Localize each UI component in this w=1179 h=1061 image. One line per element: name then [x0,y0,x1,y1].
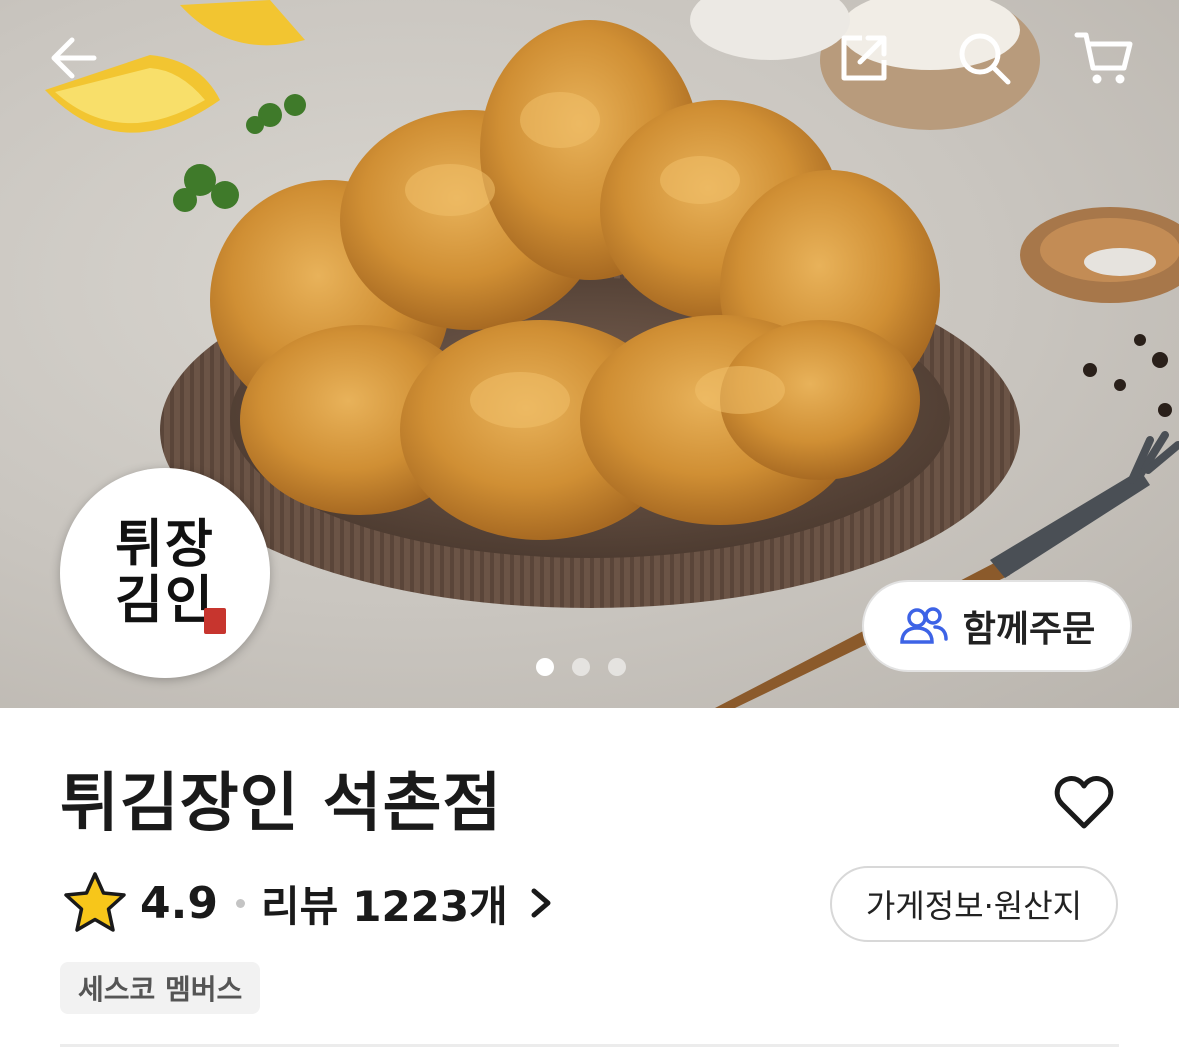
separator-dot [235,898,245,908]
store-name: 튀김장인 석촌점 [60,767,503,841]
store-logo-text: 튀장 김인 [115,517,215,629]
rating-row: 4.9 리뷰 1223개 [62,868,558,938]
search-button[interactable] [948,22,1020,94]
carousel-dot-3[interactable] [608,658,626,676]
group-order-button[interactable]: 함께주문 [862,580,1132,672]
rating-value: 4.9 [140,877,218,929]
share-icon [841,35,887,81]
review-link[interactable]: 리뷰 1223개 [261,873,558,934]
carousel-dot-2[interactable] [572,658,590,676]
review-label: 리뷰 [260,881,339,931]
people-icon [899,607,948,644]
review-count: 1223개 [352,881,508,931]
hero-image: 튀장 김인 함께주문 [0,0,1179,708]
favorite-button[interactable] [1048,766,1120,838]
heart-icon [1054,776,1114,829]
search-icon [959,33,1011,85]
carousel-indicator [536,658,626,676]
back-button[interactable] [38,22,110,94]
cart-button[interactable] [1068,22,1140,94]
store-info-origin-button[interactable]: 가게정보·원산지 [830,866,1118,942]
member-badge: 세스코 멤버스 [60,962,261,1014]
back-arrow-icon [51,37,97,79]
chevron-right-icon [531,888,551,918]
store-logo: 튀장 김인 [60,468,270,678]
logo-seal-stamp [204,608,226,634]
section-divider [60,1044,1119,1047]
group-order-label: 함께주문 [962,609,1096,650]
carousel-dot-1[interactable] [536,658,554,676]
logo-line-2: 김인 [115,570,215,631]
share-button[interactable] [828,22,900,94]
star-icon [64,872,126,932]
member-badge-label: 세스코 멤버스 [78,973,243,1006]
cart-icon [1074,32,1133,84]
logo-line-1: 튀장 [115,514,215,575]
store-info-origin-label: 가게정보·원산지 [865,887,1083,925]
